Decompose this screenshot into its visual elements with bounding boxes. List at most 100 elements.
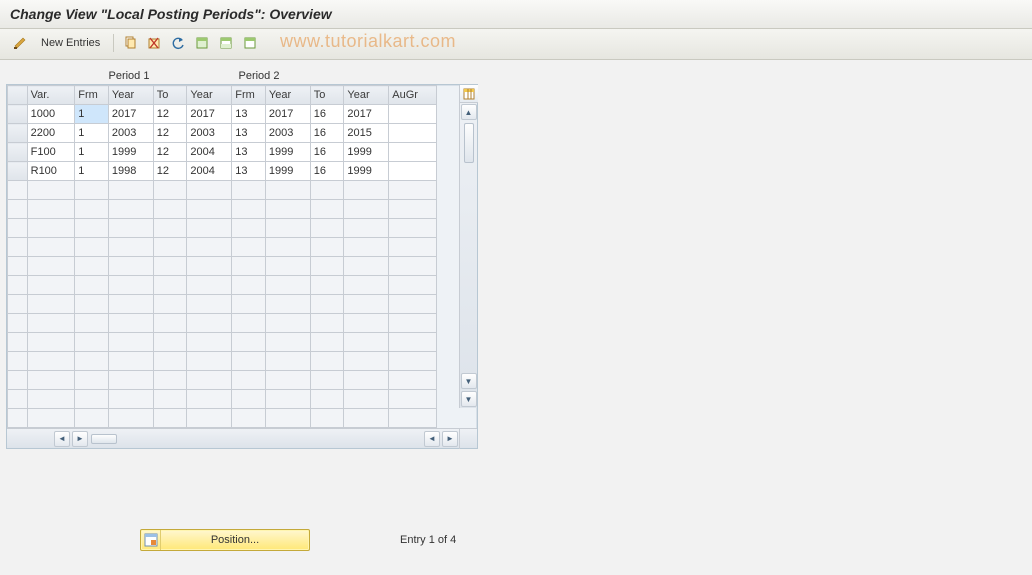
cell-frm1[interactable]: 1 bbox=[75, 143, 109, 162]
cell-augr[interactable] bbox=[389, 409, 437, 428]
cell-to1[interactable]: 12 bbox=[153, 105, 187, 124]
cell-var[interactable] bbox=[27, 314, 75, 333]
cell-to1[interactable]: 12 bbox=[153, 143, 187, 162]
cell-augr[interactable] bbox=[389, 333, 437, 352]
cell-frm2[interactable] bbox=[232, 390, 266, 409]
scroll-right-icon[interactable]: ► bbox=[72, 431, 88, 447]
cell-augr[interactable] bbox=[389, 105, 437, 124]
cell-year2[interactable]: 2004 bbox=[187, 143, 232, 162]
cell-year3[interactable]: 2017 bbox=[265, 105, 310, 124]
cell-year3[interactable]: 1999 bbox=[265, 162, 310, 181]
cell-year2[interactable] bbox=[187, 257, 232, 276]
cell-frm2[interactable]: 13 bbox=[232, 124, 266, 143]
table-row[interactable] bbox=[8, 219, 437, 238]
cell-var[interactable]: F100 bbox=[27, 143, 75, 162]
horizontal-scrollbar[interactable]: ◄ ► ◄ ► bbox=[7, 428, 477, 448]
cell-augr[interactable] bbox=[389, 352, 437, 371]
scroll-down2-icon[interactable]: ▼ bbox=[461, 391, 477, 407]
cell-var[interactable] bbox=[27, 276, 75, 295]
cell-augr[interactable] bbox=[389, 371, 437, 390]
cell-year4[interactable] bbox=[344, 276, 389, 295]
cell-to1[interactable] bbox=[153, 371, 187, 390]
col-frm2[interactable]: Frm bbox=[232, 86, 266, 105]
cell-to2[interactable] bbox=[310, 314, 344, 333]
cell-frm2[interactable]: 13 bbox=[232, 162, 266, 181]
cell-year3[interactable] bbox=[265, 390, 310, 409]
table-row[interactable] bbox=[8, 333, 437, 352]
cell-year1[interactable] bbox=[108, 200, 153, 219]
cell-to2[interactable]: 16 bbox=[310, 105, 344, 124]
cell-frm2[interactable] bbox=[232, 314, 266, 333]
cell-year4[interactable] bbox=[344, 390, 389, 409]
cell-year1[interactable] bbox=[108, 219, 153, 238]
configure-columns-icon[interactable] bbox=[460, 85, 478, 103]
cell-year1[interactable] bbox=[108, 295, 153, 314]
row-selector[interactable] bbox=[8, 409, 28, 428]
row-selector[interactable] bbox=[8, 371, 28, 390]
select-all-icon[interactable] bbox=[192, 33, 212, 53]
cell-year4[interactable] bbox=[344, 219, 389, 238]
cell-frm1[interactable] bbox=[75, 181, 109, 200]
cell-to2[interactable] bbox=[310, 219, 344, 238]
cell-to2[interactable] bbox=[310, 390, 344, 409]
cell-year2[interactable] bbox=[187, 219, 232, 238]
cell-to1[interactable] bbox=[153, 257, 187, 276]
cell-frm2[interactable] bbox=[232, 200, 266, 219]
cell-frm1[interactable] bbox=[75, 219, 109, 238]
cell-to1[interactable] bbox=[153, 314, 187, 333]
new-entries-button[interactable]: New Entries bbox=[34, 33, 107, 53]
col-augr[interactable]: AuGr bbox=[389, 86, 437, 105]
row-selector[interactable] bbox=[8, 333, 28, 352]
row-selector[interactable] bbox=[8, 314, 28, 333]
cell-to1[interactable] bbox=[153, 276, 187, 295]
cell-year2[interactable] bbox=[187, 390, 232, 409]
cell-year4[interactable]: 1999 bbox=[344, 162, 389, 181]
hscroll-track[interactable] bbox=[119, 429, 423, 448]
cell-frm2[interactable] bbox=[232, 238, 266, 257]
cell-year3[interactable] bbox=[265, 181, 310, 200]
cell-frm1[interactable] bbox=[75, 333, 109, 352]
cell-year3[interactable] bbox=[265, 295, 310, 314]
scroll-right2-icon[interactable]: ► bbox=[442, 431, 458, 447]
cell-year3[interactable] bbox=[265, 371, 310, 390]
cell-var[interactable] bbox=[27, 295, 75, 314]
cell-year4[interactable] bbox=[344, 314, 389, 333]
cell-frm1[interactable]: 1 bbox=[75, 162, 109, 181]
cell-year2[interactable] bbox=[187, 276, 232, 295]
cell-frm2[interactable]: 13 bbox=[232, 143, 266, 162]
cell-year4[interactable] bbox=[344, 371, 389, 390]
row-selector-header[interactable] bbox=[8, 86, 28, 105]
row-selector[interactable] bbox=[8, 219, 28, 238]
cell-year4[interactable] bbox=[344, 352, 389, 371]
col-year2[interactable]: Year bbox=[187, 86, 232, 105]
cell-var[interactable] bbox=[27, 371, 75, 390]
cell-frm1[interactable] bbox=[75, 276, 109, 295]
cell-frm2[interactable]: 13 bbox=[232, 105, 266, 124]
cell-to1[interactable] bbox=[153, 181, 187, 200]
cell-frm2[interactable] bbox=[232, 333, 266, 352]
cell-var[interactable] bbox=[27, 200, 75, 219]
cell-year4[interactable] bbox=[344, 181, 389, 200]
cell-year2[interactable] bbox=[187, 314, 232, 333]
row-selector[interactable] bbox=[8, 352, 28, 371]
row-selector[interactable] bbox=[8, 200, 28, 219]
row-selector[interactable] bbox=[8, 124, 28, 143]
cell-to1[interactable]: 12 bbox=[153, 162, 187, 181]
cell-year3[interactable] bbox=[265, 314, 310, 333]
row-selector[interactable] bbox=[8, 257, 28, 276]
table-row[interactable] bbox=[8, 390, 437, 409]
row-selector[interactable] bbox=[8, 276, 28, 295]
cell-augr[interactable] bbox=[389, 257, 437, 276]
row-selector[interactable] bbox=[8, 295, 28, 314]
cell-year3[interactable] bbox=[265, 333, 310, 352]
table-row[interactable] bbox=[8, 409, 437, 428]
cell-to2[interactable]: 16 bbox=[310, 124, 344, 143]
cell-augr[interactable] bbox=[389, 276, 437, 295]
table-row[interactable]: 220012003122003132003162015 bbox=[8, 124, 437, 143]
cell-frm1[interactable] bbox=[75, 257, 109, 276]
cell-to2[interactable] bbox=[310, 352, 344, 371]
col-var[interactable]: Var. bbox=[27, 86, 75, 105]
cell-frm2[interactable] bbox=[232, 219, 266, 238]
cell-var[interactable] bbox=[27, 333, 75, 352]
cell-to1[interactable] bbox=[153, 238, 187, 257]
